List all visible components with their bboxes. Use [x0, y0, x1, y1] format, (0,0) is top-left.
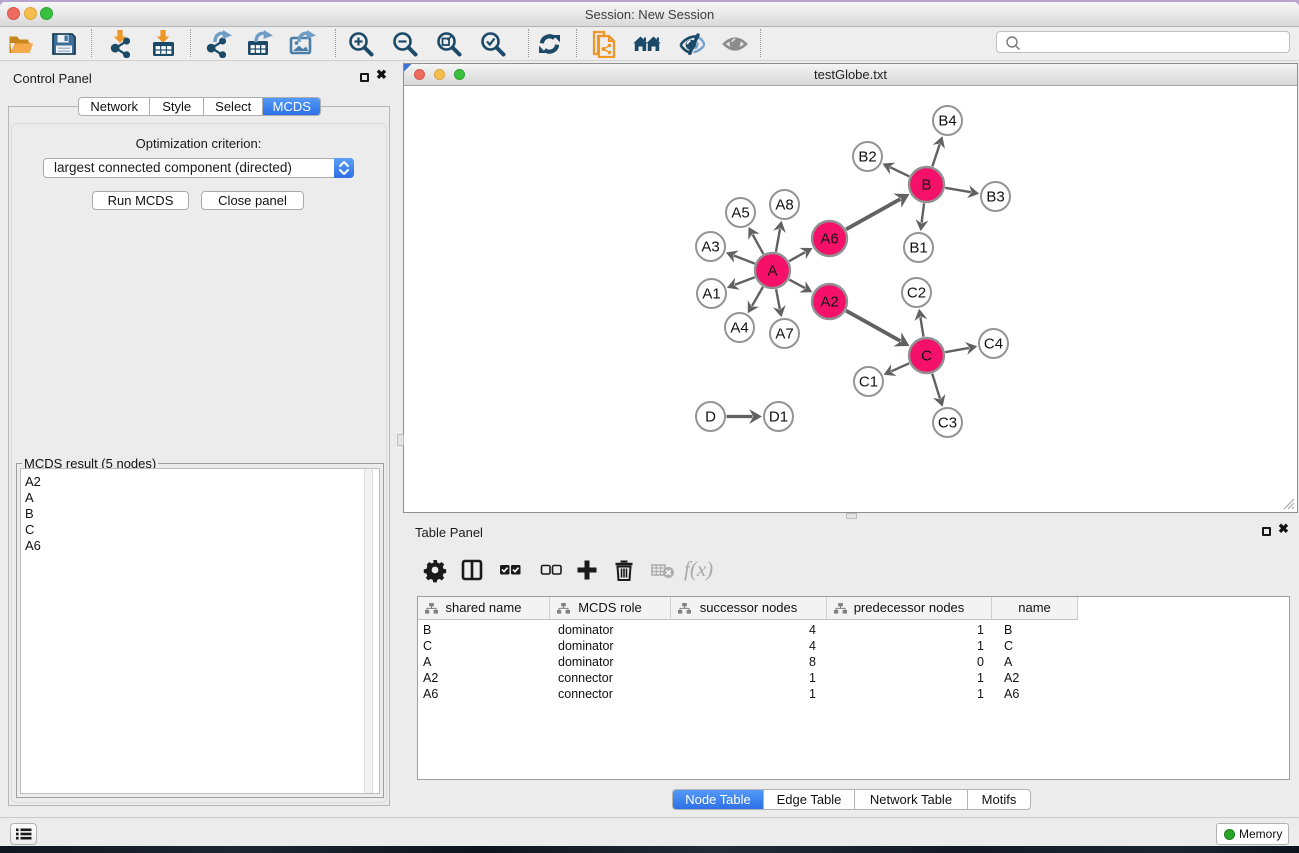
svg-text:A7: A7: [775, 326, 793, 343]
svg-text:D: D: [705, 409, 716, 426]
svg-text:A6: A6: [820, 231, 838, 248]
svg-text:B2: B2: [858, 149, 876, 166]
svg-text:B1: B1: [909, 240, 927, 257]
svg-text:C4: C4: [984, 336, 1003, 353]
svg-text:C2: C2: [907, 285, 926, 302]
svg-text:f(x): f(x): [684, 557, 713, 581]
svg-text:A4: A4: [730, 320, 748, 337]
svg-text:C3: C3: [938, 415, 957, 432]
svg-text:A8: A8: [775, 197, 793, 214]
svg-text:C: C: [921, 348, 932, 365]
svg-text:A5: A5: [731, 205, 749, 222]
svg-text:B: B: [921, 177, 931, 194]
svg-text:D1: D1: [769, 409, 788, 426]
svg-text:B3: B3: [986, 189, 1004, 206]
svg-text:A1: A1: [702, 286, 720, 303]
svg-text:A2: A2: [820, 294, 838, 311]
svg-text:A3: A3: [701, 239, 719, 256]
svg-text:C1: C1: [859, 374, 878, 391]
svg-text:A: A: [767, 263, 777, 280]
svg-text:B4: B4: [938, 113, 956, 130]
